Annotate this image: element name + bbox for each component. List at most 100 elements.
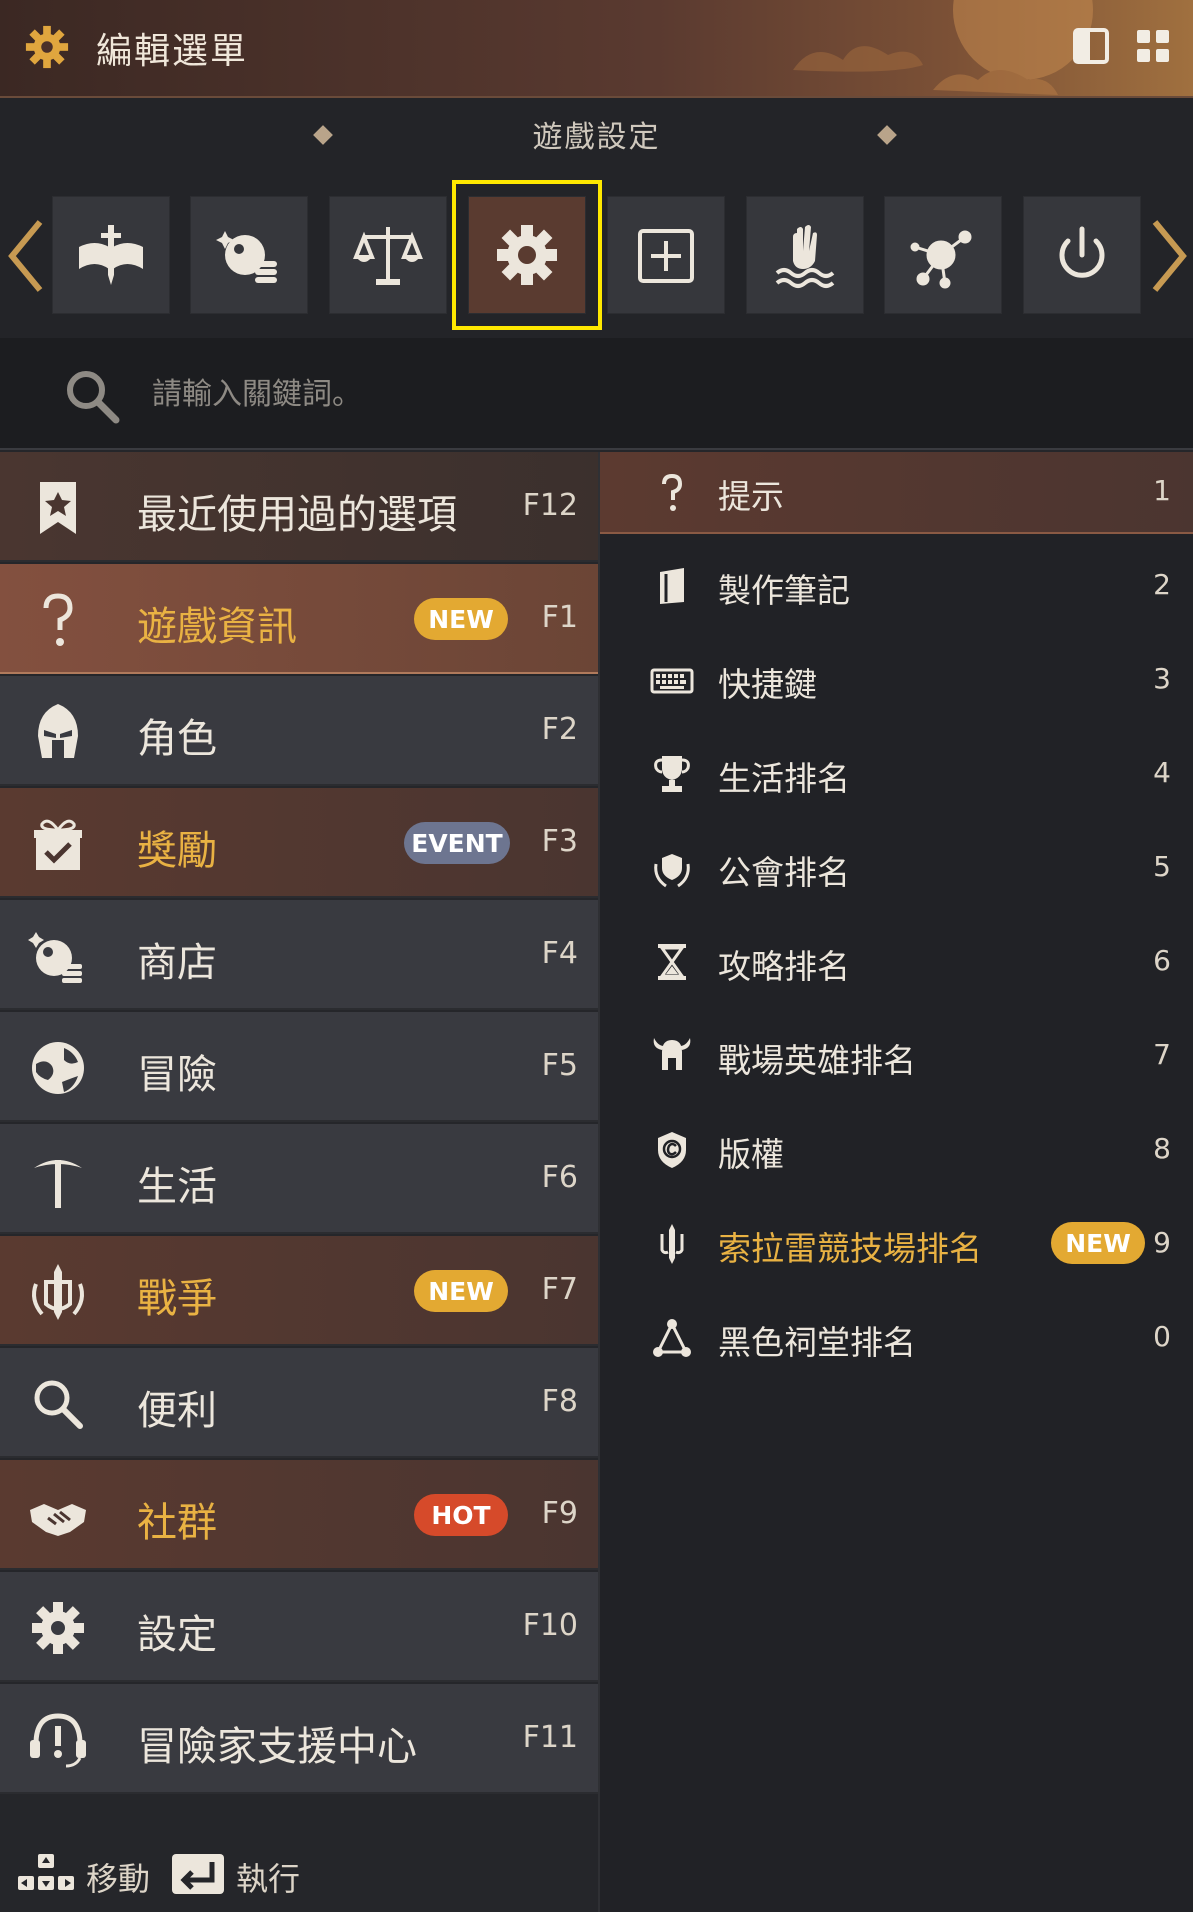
- keyboard-icon: [650, 668, 694, 694]
- menu-item-war[interactable]: 戰爭 NEW F7: [0, 1236, 598, 1346]
- menu-item-adventure[interactable]: 冒險 F5: [0, 1012, 598, 1122]
- hot-badge: HOT: [414, 1494, 508, 1536]
- submenu-item-black-shrine-ranking[interactable]: 黑色祠堂排名 0: [600, 1298, 1193, 1378]
- guild-shield-icon: [654, 854, 690, 888]
- category-button-power[interactable]: [1023, 196, 1141, 314]
- category-title: 遊戲設定: [532, 120, 661, 155]
- enter-key-icon: [172, 1854, 224, 1894]
- window-header: 編輯選單: [0, 0, 1193, 98]
- submenu-panel: 提示 1 製作筆記 2 快捷鍵 3 生活排名 4 公會排名 5 攻略排名 6 戰…: [598, 452, 1193, 1912]
- submenu-label: 提示: [718, 477, 784, 516]
- shortcut-key: F10: [522, 1608, 578, 1643]
- submenu-label: 快捷鍵: [718, 665, 817, 704]
- power-icon: [1059, 226, 1105, 278]
- gear-icon: [32, 1602, 84, 1654]
- menu-item-label: 社群: [137, 1500, 217, 1546]
- submenu-item-copyright[interactable]: 版權 8: [600, 1110, 1193, 1190]
- pickaxe-icon: [34, 1160, 82, 1208]
- gear-icon: [497, 225, 557, 285]
- war-crest-icon: [32, 1264, 84, 1320]
- shortcut-key: F1: [541, 600, 578, 635]
- shortcut-key: F5: [541, 1048, 578, 1083]
- pearl-shop-icon: [28, 932, 82, 983]
- menu-item-label: 商店: [137, 940, 217, 986]
- menu-item-character[interactable]: 角色 F2: [0, 676, 598, 786]
- layout-toggle-icon[interactable]: [1069, 24, 1113, 68]
- event-badge: EVENT: [404, 822, 510, 864]
- category-button-add[interactable]: [607, 196, 725, 314]
- shortcut-key: 0: [1153, 1320, 1171, 1353]
- hourglass-icon: [658, 944, 686, 980]
- shortcut-key: F3: [541, 824, 578, 859]
- new-badge: NEW: [414, 598, 508, 640]
- menu-item-label: 生活: [137, 1164, 217, 1210]
- search-bar: [0, 338, 1193, 450]
- submenu-item-crafting-notes[interactable]: 製作筆記 2: [600, 546, 1193, 626]
- menu-item-label: 便利: [137, 1388, 217, 1434]
- submenu-item-guild-ranking[interactable]: 公會排名 5: [600, 828, 1193, 908]
- submenu-label: 版權: [718, 1135, 784, 1174]
- submenu-label: 公會排名: [718, 853, 850, 892]
- shortcut-key: 5: [1153, 850, 1171, 883]
- submenu-item-hotkeys[interactable]: 快捷鍵 3: [600, 640, 1193, 720]
- category-bar: 遊戲設定: [0, 98, 1193, 338]
- headset-icon: [30, 1713, 86, 1768]
- grid-view-icon[interactable]: [1131, 24, 1175, 68]
- shortcut-key: 3: [1153, 662, 1171, 695]
- node-icon: [910, 230, 972, 289]
- menu-item-rewards[interactable]: 獎勵 EVENT F3: [0, 788, 598, 898]
- execute-hint-label: 執行: [236, 1860, 301, 1898]
- menu-item-shop[interactable]: 商店 F4: [0, 900, 598, 1010]
- copyright-shield-icon: [658, 1132, 686, 1168]
- submenu-label: 攻略排名: [718, 947, 850, 986]
- submenu-item-solare-arena-ranking[interactable]: 索拉雷競技場排名 NEW 9: [600, 1204, 1193, 1284]
- bookmark-star-icon: [40, 482, 76, 534]
- submenu-label: 索拉雷競技場排名: [718, 1229, 982, 1268]
- key-hints: 移動 執行: [14, 1852, 594, 1902]
- shortcut-key: 4: [1153, 756, 1171, 789]
- menu-item-life[interactable]: 生活 F6: [0, 1124, 598, 1234]
- handshake-icon: [30, 1504, 86, 1536]
- menu-item-recent[interactable]: 最近使用過的選項 F12: [0, 452, 598, 562]
- submenu-item-battlefield-hero-ranking[interactable]: 戰場英雄排名 7: [600, 1016, 1193, 1096]
- submenu-item-tips[interactable]: 提示 1: [600, 452, 1193, 534]
- menu-item-label: 獎勵: [137, 828, 217, 874]
- cloud-decoration: [793, 0, 1093, 95]
- menu-item-support[interactable]: 冒險家支援中心 F11: [0, 1684, 598, 1794]
- menu-item-settings[interactable]: 設定 F10: [0, 1572, 598, 1682]
- move-hint-label: 移動: [86, 1860, 151, 1898]
- plus-box-icon: [638, 229, 694, 283]
- submenu-item-life-ranking[interactable]: 生活排名 4: [600, 734, 1193, 814]
- menu-item-convenience[interactable]: 便利 F8: [0, 1348, 598, 1458]
- scale-icon: [353, 227, 423, 285]
- menu-item-community[interactable]: 社群 HOT F9: [0, 1460, 598, 1570]
- category-button-market[interactable]: [329, 196, 447, 314]
- shortcut-key: F11: [522, 1720, 578, 1755]
- shortcut-key: 1: [1153, 474, 1171, 507]
- viking-helmet-icon: [653, 1038, 691, 1070]
- globe-icon: [32, 1042, 84, 1094]
- gear-icon: [25, 25, 69, 69]
- question-icon: [662, 473, 683, 511]
- menu-item-label: 角色: [137, 716, 217, 762]
- category-button-node[interactable]: [884, 196, 1002, 314]
- category-button-book[interactable]: [52, 196, 170, 314]
- shortcut-key: F2: [541, 712, 578, 747]
- book-sword-icon: [79, 225, 143, 285]
- chevron-left-icon[interactable]: [6, 216, 46, 296]
- category-button-shop[interactable]: [190, 196, 308, 314]
- category-button-settings[interactable]: [452, 180, 602, 330]
- search-input[interactable]: [150, 368, 854, 420]
- submenu-item-strategy-ranking[interactable]: 攻略排名 6: [600, 922, 1193, 1002]
- menu-item-label: 冒險: [137, 1052, 217, 1098]
- search-icon: [34, 1380, 83, 1429]
- shortcut-key: 6: [1153, 944, 1171, 977]
- menu-item-label: 遊戲資訊: [137, 604, 297, 650]
- shortcut-key: F4: [541, 936, 578, 971]
- shortcut-key: 2: [1153, 568, 1171, 601]
- menu-item-game-info[interactable]: 遊戲資訊 NEW F1: [0, 564, 598, 674]
- chevron-right-icon[interactable]: [1149, 216, 1189, 296]
- submenu-label: 黑色祠堂排名: [718, 1323, 916, 1362]
- new-badge: NEW: [1051, 1222, 1145, 1264]
- category-button-water[interactable]: [746, 196, 864, 314]
